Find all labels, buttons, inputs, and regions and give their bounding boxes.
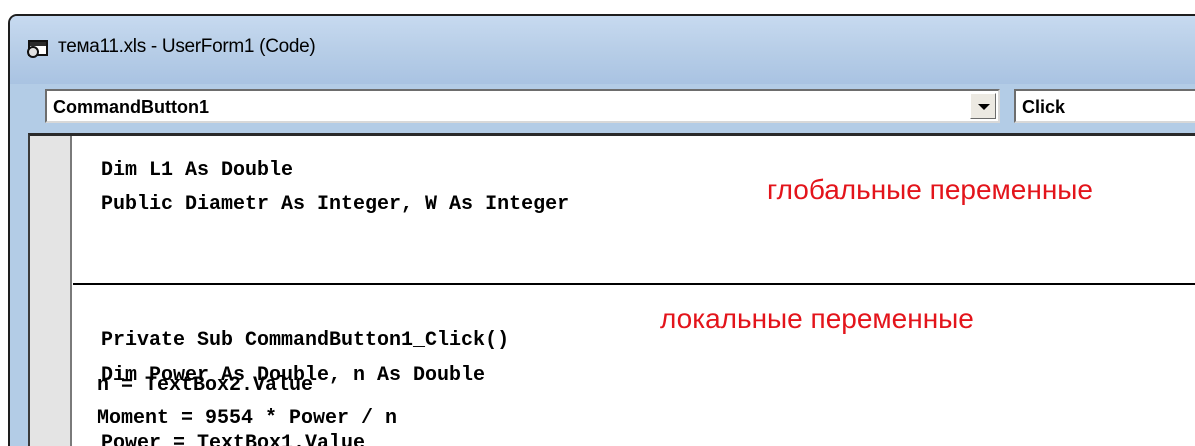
object-selector-value: CommandButton1 — [53, 97, 209, 117]
procedure-selector-value: Click — [1022, 97, 1066, 117]
procedure-separator — [73, 283, 1195, 285]
code-editor[interactable]: Dim L1 As Double Public Diametr As Integ… — [28, 133, 1195, 446]
code-line[interactable]: Dim L1 As Double — [101, 159, 293, 182]
local-variables-note: локальные переменные — [660, 303, 974, 334]
object-selector[interactable]: CommandButton1 — [45, 89, 1000, 123]
global-variables-note: глобальные переменные — [767, 174, 1093, 205]
code-line[interactable]: Power = TextBox1.Value — [101, 432, 365, 446]
code-line[interactable]: n = TextBox2.Value — [97, 374, 313, 397]
procedure-selector[interactable]: Click — [1014, 89, 1195, 123]
code-line[interactable]: Private Sub CommandButton1_Click() — [101, 329, 509, 352]
title-bar[interactable]: тема11.xls - UserForm1 (Code) — [10, 16, 1195, 84]
object-dropdown-button[interactable] — [970, 93, 996, 119]
code-line[interactable]: Public Diametr As Integer, W As Integer — [101, 193, 569, 216]
code-line[interactable]: Moment = 9554 * Power / n — [97, 407, 397, 430]
window-title: тема11.xls - UserForm1 (Code) — [58, 36, 316, 57]
margin-indicator-bar[interactable] — [30, 136, 72, 446]
vba-code-window-icon — [27, 40, 48, 58]
